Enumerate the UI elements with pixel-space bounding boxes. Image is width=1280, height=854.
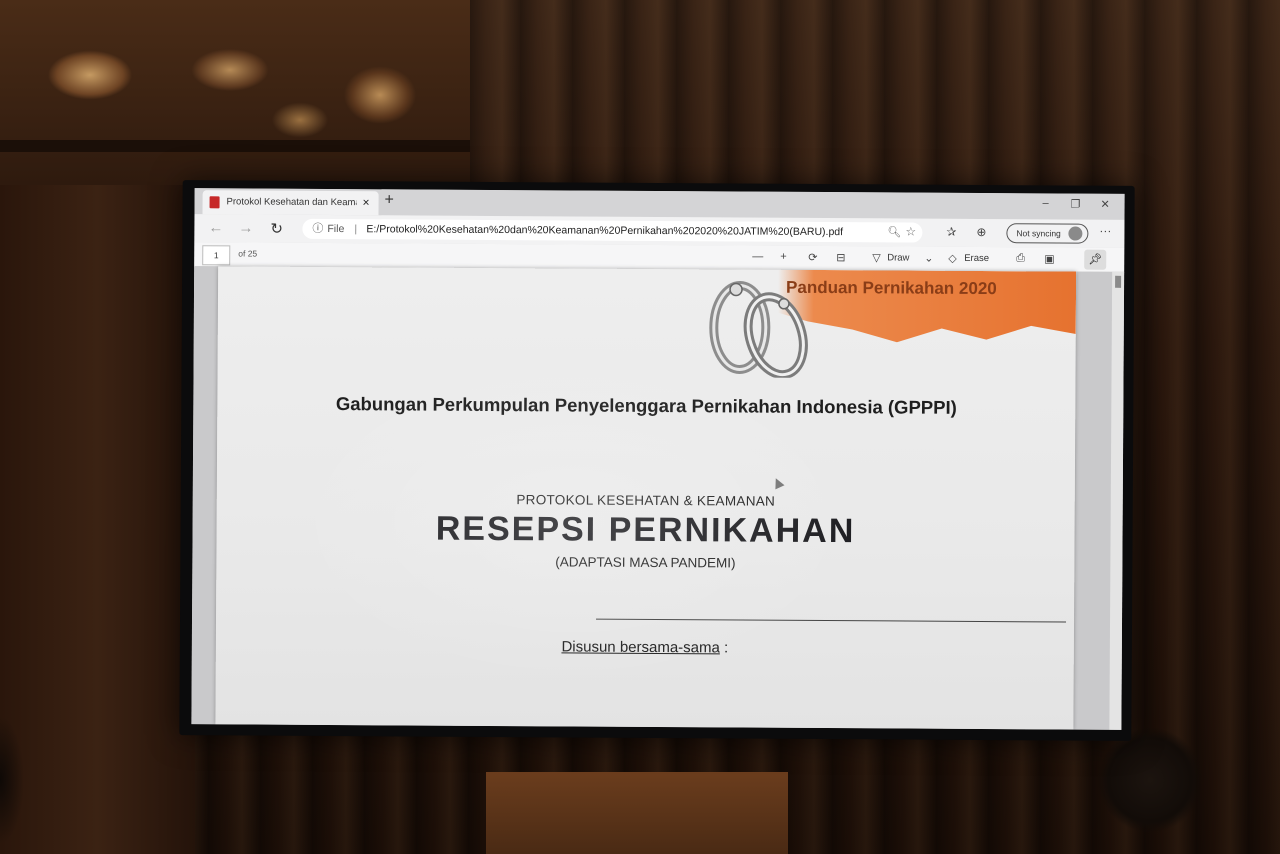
restore-button[interactable]: ❐ — [1071, 198, 1081, 211]
wood-carving — [0, 0, 470, 185]
tab-title: Protokol Kesehatan dan Keaman — [226, 196, 357, 209]
zoom-out-icon[interactable]: — — [752, 251, 763, 263]
browser-window: Protokol Kesehatan dan Keaman × + – ❐ ✕ … — [191, 188, 1125, 730]
favorites-icon[interactable]: ✰ — [946, 225, 956, 239]
address-bar[interactable]: ⓘ File | E:/Protokol%20Kesehatan%20dan%2… — [302, 218, 923, 243]
new-tab-button[interactable]: + — [385, 191, 394, 209]
banner-title: Panduan Pernikahan 2020 — [786, 277, 997, 299]
draw-button[interactable]: Draw — [887, 252, 909, 263]
protocol-line: PROTOKOL KESEHATAN & KEAMANAN — [516, 492, 776, 509]
divider — [596, 618, 1067, 623]
pdf-page: Panduan Pernikahan 2020 Gabungan Perkump… — [215, 266, 1077, 730]
page-number-input[interactable]: 1 — [202, 245, 231, 266]
organization-name: Gabungan Perkumpulan Penyelenggara Perni… — [335, 393, 957, 418]
mouse-cursor-icon — [771, 476, 785, 490]
carving-frame — [0, 140, 470, 152]
draw-icon[interactable]: ▽ — [872, 251, 881, 264]
scroll-up-arrow[interactable] — [1115, 275, 1122, 288]
compiled-by-line: Disusun bersama-sama : — [216, 636, 1074, 658]
podium — [486, 772, 788, 854]
pin-toolbar-button[interactable]: 📌︎ — [1084, 249, 1107, 270]
back-arrow-icon[interactable]: ← — [208, 219, 223, 236]
compiled-by-colon: : — [719, 639, 729, 657]
monitor: Protokol Kesehatan dan Keaman × + – ❐ ✕ … — [179, 180, 1135, 741]
rotate-icon[interactable]: ⟳ — [808, 251, 817, 264]
close-icon[interactable]: × — [363, 195, 370, 209]
vertical-scrollbar[interactable] — [1109, 271, 1125, 730]
eraser-icon[interactable]: ◇ — [948, 252, 957, 265]
zoom-in-icon[interactable]: + — [780, 251, 787, 263]
profile-sync-button[interactable]: Not syncing — [1006, 223, 1089, 244]
compiled-by-label: Disusun bersama-sama — [561, 638, 720, 657]
minimize-button[interactable]: – — [1043, 197, 1049, 209]
pin-icon: 📌︎ — [1088, 253, 1103, 266]
document-subtitle: (ADAPTASI MASA PANDEMI) — [555, 554, 736, 571]
url-scheme: File — [327, 222, 345, 236]
info-icon[interactable]: ⓘ — [312, 219, 323, 239]
refresh-icon[interactable]: ↻ — [270, 220, 283, 238]
collections-icon[interactable]: ⊕ — [976, 225, 986, 239]
erase-button[interactable]: Erase — [964, 253, 989, 264]
more-menu-icon[interactable]: ··· — [1099, 224, 1111, 238]
avatar — [1068, 226, 1083, 241]
audience-silhouette-left — [0, 700, 40, 854]
sync-label: Not syncing — [1016, 228, 1061, 239]
favorite-star-icon[interactable]: ☆ — [905, 222, 916, 242]
close-window-button[interactable]: ✕ — [1101, 198, 1110, 211]
pdf-viewer[interactable]: Panduan Pernikahan 2020 Gabungan Perkump… — [191, 266, 1125, 730]
zoom-icon[interactable]: 🔍︎ — [887, 222, 901, 242]
fit-page-icon[interactable]: ⊟ — [836, 251, 845, 264]
document-title: RESEPSI PERNIKAHAN — [435, 509, 856, 551]
page-total: of 25 — [238, 248, 258, 259]
pdf-icon — [209, 196, 220, 209]
url-path: E:/Protokol%20Kesehatan%20dan%20Keamanan… — [366, 223, 844, 239]
save-icon[interactable]: ▣ — [1044, 252, 1054, 265]
print-icon[interactable]: ⎙ — [1016, 252, 1025, 265]
chevron-down-icon[interactable]: ⌄ — [924, 252, 933, 265]
url-separator: | — [354, 223, 358, 236]
tab-pdf[interactable]: Protokol Kesehatan dan Keaman × — [202, 190, 379, 216]
forward-arrow-icon[interactable]: → — [238, 219, 253, 236]
